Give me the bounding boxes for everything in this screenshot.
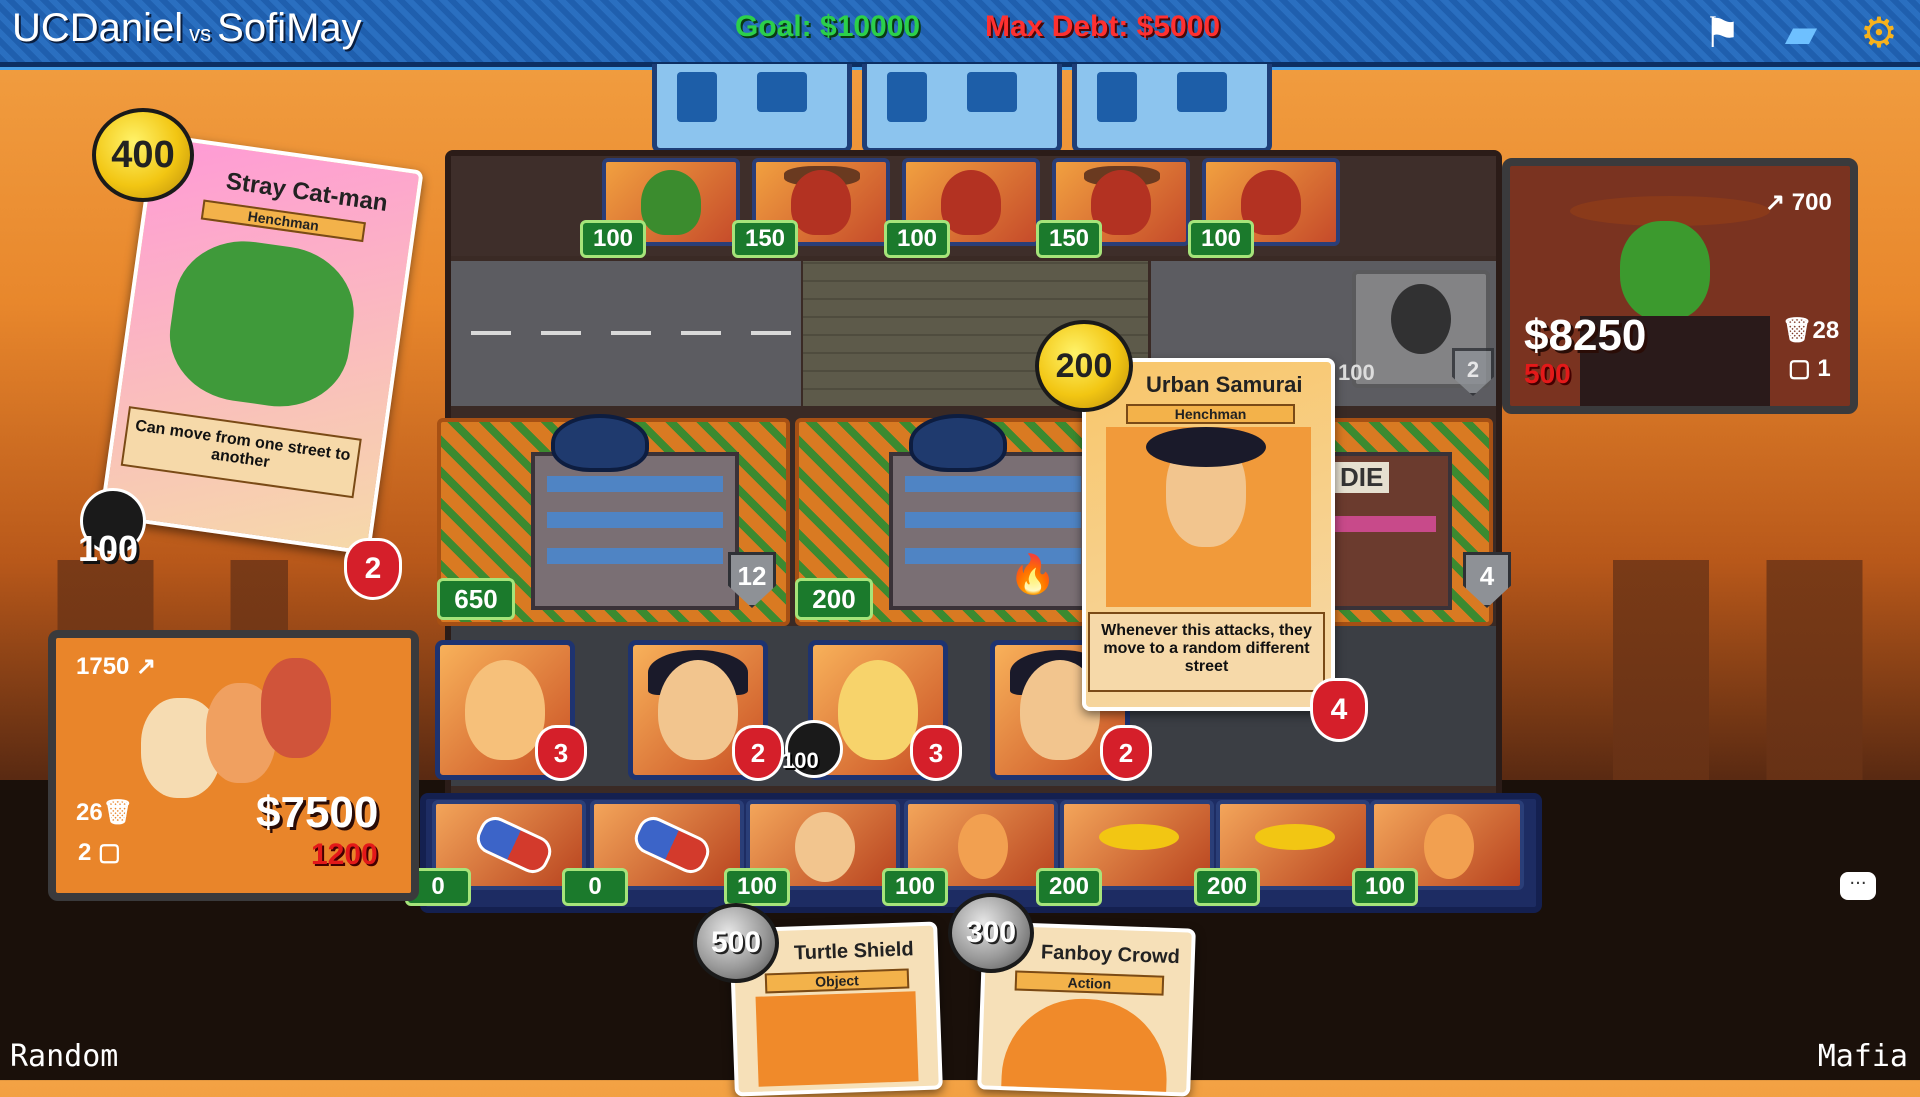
row-cost-tag-4: 100	[882, 868, 948, 906]
urban-samurai-attack: 4	[1310, 678, 1368, 742]
card-icon: ▢	[98, 839, 121, 866]
opponent-cost-tag-3: 100	[884, 220, 950, 258]
player-debt: 1200	[311, 838, 378, 871]
player-money: $7500	[256, 788, 379, 837]
board-unit-3-attack: 3	[910, 725, 962, 781]
turtle-shield-cost-coin: 500	[693, 903, 779, 983]
deck-slot-3[interactable]	[1072, 64, 1272, 153]
flag-icon[interactable]: ⚑	[1693, 6, 1751, 58]
board-unit-1-attack: 3	[535, 725, 587, 781]
player1-name: UCDaniel	[12, 6, 184, 50]
left-deck-label: Random	[10, 1039, 119, 1074]
gear-icon[interactable]: ⚙	[1850, 6, 1908, 58]
opponent-cost-tag-5: 100	[1188, 220, 1254, 258]
ghost-card-cost: 100	[1338, 360, 1375, 385]
cat-man-art	[161, 232, 363, 416]
row-cost-tag-3: 100	[724, 868, 790, 906]
deck-slot-2[interactable]	[862, 64, 1062, 153]
trash-icon: 🗑	[1782, 317, 1813, 344]
player-panel[interactable]: 1750 ↗ $7500 1200 26🗑 2 ▢	[48, 630, 419, 901]
card-type: Henchman	[1126, 404, 1295, 424]
card-title: Fanboy Crowd	[1040, 941, 1181, 969]
stray-cat-mask-value: 100	[78, 528, 139, 569]
card-description: Whenever this attacks, they move to a ra…	[1088, 612, 1325, 692]
opponent-hand[interactable]: ▢ 1	[1788, 354, 1831, 383]
opponent-cost-tag-2: 150	[732, 220, 798, 258]
stray-cat-cost-coin: 400	[92, 108, 194, 202]
player-hand[interactable]: 2 ▢	[78, 838, 121, 867]
right-deck-label: Mafia	[1817, 1039, 1908, 1074]
card-description: Can move from one street to another	[120, 406, 362, 499]
fanboy-crowd-cost-coin: 300	[948, 893, 1034, 973]
max-debt-label: Max Debt: $5000	[985, 10, 1221, 43]
opponent-debt: 500	[1524, 358, 1571, 389]
gangster-portrait	[1620, 221, 1710, 321]
opponent-panel[interactable]: ↗ 700 $8250 500 🗑28 ▢ 1	[1502, 158, 1858, 414]
gamepad-icon	[551, 414, 649, 472]
cards-icon[interactable]: ▰	[1772, 6, 1830, 58]
opponent-money: $8250	[1524, 311, 1647, 360]
row-cost-tag-6: 200	[1194, 868, 1260, 906]
building-left[interactable]: 650	[437, 414, 790, 626]
board-unit-4-attack: 2	[1100, 725, 1152, 781]
gamepad-icon	[909, 414, 1007, 472]
row-cost-tag-7: 100	[1352, 868, 1418, 906]
fire-icon: 🔥	[1009, 552, 1057, 596]
turtle-shield-art	[755, 991, 919, 1087]
mask-portrait-3	[261, 658, 331, 758]
opponent-income: ↗ 700	[1765, 189, 1832, 216]
card-title: Urban Samurai	[1146, 372, 1303, 397]
deck-slot-1[interactable]	[652, 64, 852, 153]
card-icon: ▢	[1788, 355, 1811, 382]
card-type: Action	[1014, 970, 1165, 996]
goal-label: Goal: $10000	[735, 10, 921, 43]
urban-samurai-cost-coin: 200	[1035, 320, 1133, 412]
trash-icon: 🗑	[102, 799, 134, 826]
building-middle-income: 200	[795, 578, 873, 620]
board-unit-2-attack: 2	[732, 725, 784, 781]
opponent-discard[interactable]: 🗑28	[1782, 316, 1839, 345]
street-left[interactable]	[451, 261, 801, 406]
vs-label: vs	[189, 21, 212, 46]
row-cost-tag-2: 0	[562, 868, 628, 906]
player-income: 1750 ↗	[76, 653, 157, 680]
player-discard[interactable]: 26🗑	[76, 798, 133, 827]
stray-cat-attack: 2	[344, 538, 402, 600]
player2-name: SofiMay	[217, 6, 362, 50]
shop-sign: DIE	[1334, 462, 1390, 493]
fanboy-crowd-art	[1001, 996, 1170, 1092]
card-title: Turtle Shield	[793, 938, 914, 965]
building-left-income: 650	[437, 578, 515, 620]
urban-samurai-card[interactable]: Urban Samurai Henchman Whenever this att…	[1082, 358, 1335, 711]
chat-icon[interactable]: ···	[1840, 872, 1876, 900]
row-cost-tag-5: 200	[1036, 868, 1102, 906]
opponent-cost-tag-1: 100	[580, 220, 646, 258]
opponent-cost-tag-4: 150	[1036, 220, 1102, 258]
board-unit-3-cost: 100	[782, 748, 819, 773]
card-type: Object	[764, 968, 910, 994]
players-title: UCDaniel vs SofiMay	[12, 6, 362, 51]
samurai-art	[1106, 427, 1311, 607]
